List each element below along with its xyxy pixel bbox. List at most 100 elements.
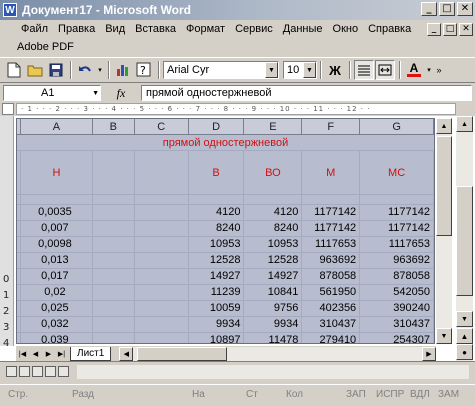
doc-restore-button[interactable]: □ (443, 23, 457, 36)
name-box[interactable]: A1 ▼ (3, 85, 101, 101)
scroll-up-arrow-icon[interactable]: ▲ (436, 118, 452, 134)
column-header-f[interactable]: F (302, 119, 361, 134)
first-sheet-icon[interactable]: |◀ (16, 347, 29, 360)
cell-e[interactable]: 9934 (244, 317, 303, 332)
column-header-d[interactable]: D (189, 119, 245, 134)
sheet-horizontal-scrollbar[interactable]: ◀ ▶ (119, 346, 436, 361)
font-name-select[interactable]: Arial Cyr ▼ (163, 61, 279, 79)
align-left-icon[interactable] (354, 60, 374, 80)
cell-g[interactable]: 1117653 (360, 237, 434, 252)
cell-c[interactable] (135, 317, 189, 332)
header-cell-v[interactable]: В (189, 151, 245, 194)
cell-f[interactable]: 310437 (302, 317, 361, 332)
cell-c[interactable] (135, 269, 189, 284)
cell-b[interactable] (93, 301, 135, 316)
undo-dropdown-icon[interactable]: ▾ (96, 60, 104, 80)
cell-d[interactable]: 4120 (189, 205, 245, 220)
cell-d[interactable]: 14927 (189, 269, 245, 284)
cell-c[interactable] (135, 301, 189, 316)
cell-e[interactable]: 12528 (244, 253, 303, 268)
word-app-icon[interactable]: W (3, 3, 17, 17)
cell-a[interactable]: 0,017 (21, 269, 93, 284)
menu-adobe-pdf[interactable]: Adobe PDF (12, 41, 79, 53)
help-icon[interactable]: ? (134, 60, 154, 80)
header-cell-vo[interactable]: ВО (244, 151, 303, 194)
cell-g[interactable]: 1177142 (360, 221, 434, 236)
cell-g[interactable]: 542050 (360, 285, 434, 300)
print-layout-icon[interactable] (32, 366, 43, 377)
cell-f[interactable]: 561950 (302, 285, 361, 300)
cell-c[interactable] (135, 253, 189, 268)
status-ext[interactable]: ВДЛ (410, 389, 430, 400)
tab-selector[interactable] (2, 103, 14, 115)
cell-c[interactable] (135, 205, 189, 220)
cell-b[interactable] (93, 205, 135, 220)
cell-d[interactable]: 10059 (189, 301, 245, 316)
status-ovr[interactable]: ЗАМ (438, 389, 459, 400)
toolbar-options-icon[interactable]: » (434, 60, 444, 80)
cell-b[interactable] (93, 333, 135, 343)
cell-g[interactable]: 310437 (360, 317, 434, 332)
cell-b[interactable] (93, 285, 135, 300)
menu-edit[interactable]: Правка (53, 23, 100, 35)
cell-d[interactable]: 10897 (189, 333, 245, 343)
column-header-a[interactable]: A (21, 119, 93, 134)
menu-format[interactable]: Формат (181, 23, 230, 35)
menu-file[interactable]: Файл (16, 23, 53, 35)
font-color-icon[interactable]: A (404, 60, 424, 80)
cell-b[interactable] (93, 237, 135, 252)
cell-a[interactable]: 0,0098 (21, 237, 93, 252)
bold-button[interactable]: Ж (325, 60, 345, 80)
normal-view-icon[interactable] (6, 366, 17, 377)
header-cell-m[interactable]: М (302, 151, 361, 194)
header-cell-mc[interactable]: МС (360, 151, 434, 194)
cell-c[interactable] (135, 333, 189, 343)
outline-view-icon[interactable] (45, 366, 56, 377)
cell-g[interactable]: 963692 (360, 253, 434, 268)
save-disk-icon[interactable] (46, 60, 66, 80)
cell-e[interactable]: 9756 (244, 301, 303, 316)
formula-input[interactable]: прямой одностержневой (141, 85, 472, 101)
document-horizontal-scrollbar[interactable] (77, 364, 469, 379)
reading-view-icon[interactable] (58, 366, 69, 377)
cell-f[interactable]: 963692 (302, 253, 361, 268)
horizontal-scroll-thumb[interactable] (137, 346, 228, 361)
menu-insert[interactable]: Вставка (130, 23, 181, 35)
column-header-b[interactable]: B (93, 119, 135, 134)
cell-a[interactable]: 0,0035 (21, 205, 93, 220)
document-scroll-thumb[interactable] (456, 186, 473, 296)
cell-f[interactable]: 1177142 (302, 221, 361, 236)
menu-window[interactable]: Окно (328, 23, 364, 35)
close-button[interactable]: ✕ (457, 2, 473, 16)
cell-d[interactable]: 10953 (189, 237, 245, 252)
cell-f[interactable]: 1177142 (302, 205, 361, 220)
cell-b[interactable] (93, 253, 135, 268)
maximize-button[interactable]: □ (439, 2, 455, 16)
insert-function-icon[interactable]: fx (101, 86, 141, 101)
cell-e[interactable]: 10953 (244, 237, 303, 252)
status-trk[interactable]: ИСПР (376, 389, 404, 400)
cell-e[interactable]: 14927 (244, 269, 303, 284)
cell-d[interactable]: 9934 (189, 317, 245, 332)
scroll-down-arrow-icon[interactable]: ▼ (456, 311, 473, 327)
undo-icon[interactable] (75, 60, 95, 80)
scroll-left-arrow-icon[interactable]: ◀ (119, 346, 134, 361)
header-cell-empty[interactable] (93, 151, 135, 194)
font-color-dropdown-icon[interactable]: ▾ (425, 60, 433, 80)
cell-b[interactable] (93, 221, 135, 236)
web-view-icon[interactable] (19, 366, 30, 377)
scroll-down-arrow-icon[interactable]: ▼ (436, 328, 452, 344)
doc-minimize-button[interactable]: _ (427, 23, 441, 36)
cell-f[interactable]: 878058 (302, 269, 361, 284)
title-cell[interactable]: прямой одностержневой (17, 135, 434, 151)
sheet-tab-list1[interactable]: Лист1 (70, 346, 112, 361)
horizontal-ruler[interactable]: · 1 · · · 2 · · · 3 · · · 4 · · · 5 · · … (16, 103, 456, 115)
cell-b[interactable] (93, 317, 135, 332)
cell-a[interactable]: 0,032 (21, 317, 93, 332)
cell-d[interactable]: 11239 (189, 285, 245, 300)
font-size-select[interactable]: 10 ▼ (283, 61, 317, 79)
cell-a[interactable]: 0,02 (21, 285, 93, 300)
cell-d[interactable]: 8240 (189, 221, 245, 236)
column-header-g[interactable]: G (360, 119, 434, 134)
minimize-button[interactable]: _ (421, 2, 437, 16)
